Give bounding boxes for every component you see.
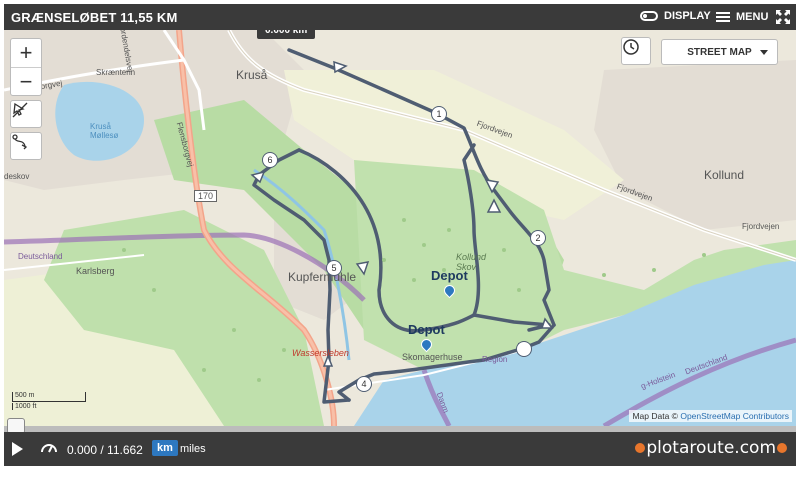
waypoint-marker[interactable]: 6 xyxy=(262,152,278,168)
history-button[interactable] xyxy=(621,37,651,65)
place-label: Skomagerhuse xyxy=(402,352,463,362)
menu-label: MENU xyxy=(736,11,769,23)
osm-link[interactable]: OpenStreetMap Contributors xyxy=(680,411,789,421)
display-toggle[interactable]: DISPLAY xyxy=(640,10,711,22)
place-label: Kruså xyxy=(236,68,268,82)
distance-readout: 0.000 / 11.662 xyxy=(67,443,143,457)
place-label: Deutschland xyxy=(18,252,63,261)
map-type-label: STREET MAP xyxy=(687,46,752,58)
place-label: Wassersleben xyxy=(292,348,349,358)
no-pan-button[interactable] xyxy=(10,100,42,128)
place-label: Karlsberg xyxy=(76,266,115,276)
zoom-in-button[interactable]: + xyxy=(11,39,41,67)
unit-miles-button[interactable]: miles xyxy=(180,443,206,455)
place-label: Fjordvejen xyxy=(742,222,780,231)
display-label: DISPLAY xyxy=(664,10,711,22)
waypoint-marker[interactable]: 4 xyxy=(356,376,372,392)
waypoint-marker[interactable]: 1 xyxy=(431,106,447,122)
finish-marker[interactable] xyxy=(516,341,532,357)
top-bar: GRÆNSELØBET 11,55 KM DISPLAY MENU xyxy=(4,4,796,30)
water-drop-icon xyxy=(441,282,458,299)
route-title: GRÆNSELØBET 11,55 KM xyxy=(11,10,178,25)
distance-bubble: 0.000 km xyxy=(257,30,316,39)
chevron-down-icon xyxy=(760,50,768,55)
zoom-control: + − xyxy=(10,38,42,96)
scale-bar: 500 m 1000 ft xyxy=(12,392,96,414)
water-drop-icon xyxy=(418,336,435,353)
map-type-select[interactable]: STREET MAP xyxy=(661,39,778,65)
fullscreen-icon[interactable] xyxy=(776,10,790,24)
depot-marker[interactable]: Depot xyxy=(408,322,445,353)
place-label: Kupfermühle xyxy=(288,270,357,284)
map-canvas xyxy=(4,30,796,426)
place-label: deskov xyxy=(4,172,30,181)
hamburger-icon xyxy=(716,10,730,24)
road-number: 170 xyxy=(194,190,218,202)
logo-pin-icon xyxy=(777,443,787,453)
speed-icon[interactable] xyxy=(40,440,58,459)
waypoint-marker[interactable]: 2 xyxy=(530,230,546,246)
waypoint-marker[interactable]: 5 xyxy=(326,260,342,276)
place-label: Kruså Møllesø xyxy=(90,122,119,140)
play-icon[interactable] xyxy=(12,442,23,456)
place-label: Region xyxy=(482,355,508,364)
route-tool-button[interactable] xyxy=(10,132,42,160)
menu-button[interactable]: MENU xyxy=(716,10,768,24)
depot-marker[interactable]: Depot xyxy=(431,268,468,299)
logo-pin-icon xyxy=(635,443,646,453)
map-attribution: Map Data © OpenStreetMap Contributors xyxy=(629,410,792,422)
map-view[interactable]: 0.000 km Kruså Kollund Kupfermühle Karls… xyxy=(4,30,796,426)
player-bar: 0.000 / 11.662 km miles plotaroute.com xyxy=(4,432,796,466)
brand-logo[interactable]: plotaroute.com xyxy=(634,438,788,458)
toggle-icon xyxy=(640,11,658,21)
unit-km-button[interactable]: km xyxy=(152,440,178,456)
place-label: Kollund xyxy=(704,168,745,182)
zoom-out-button[interactable]: − xyxy=(11,67,41,96)
